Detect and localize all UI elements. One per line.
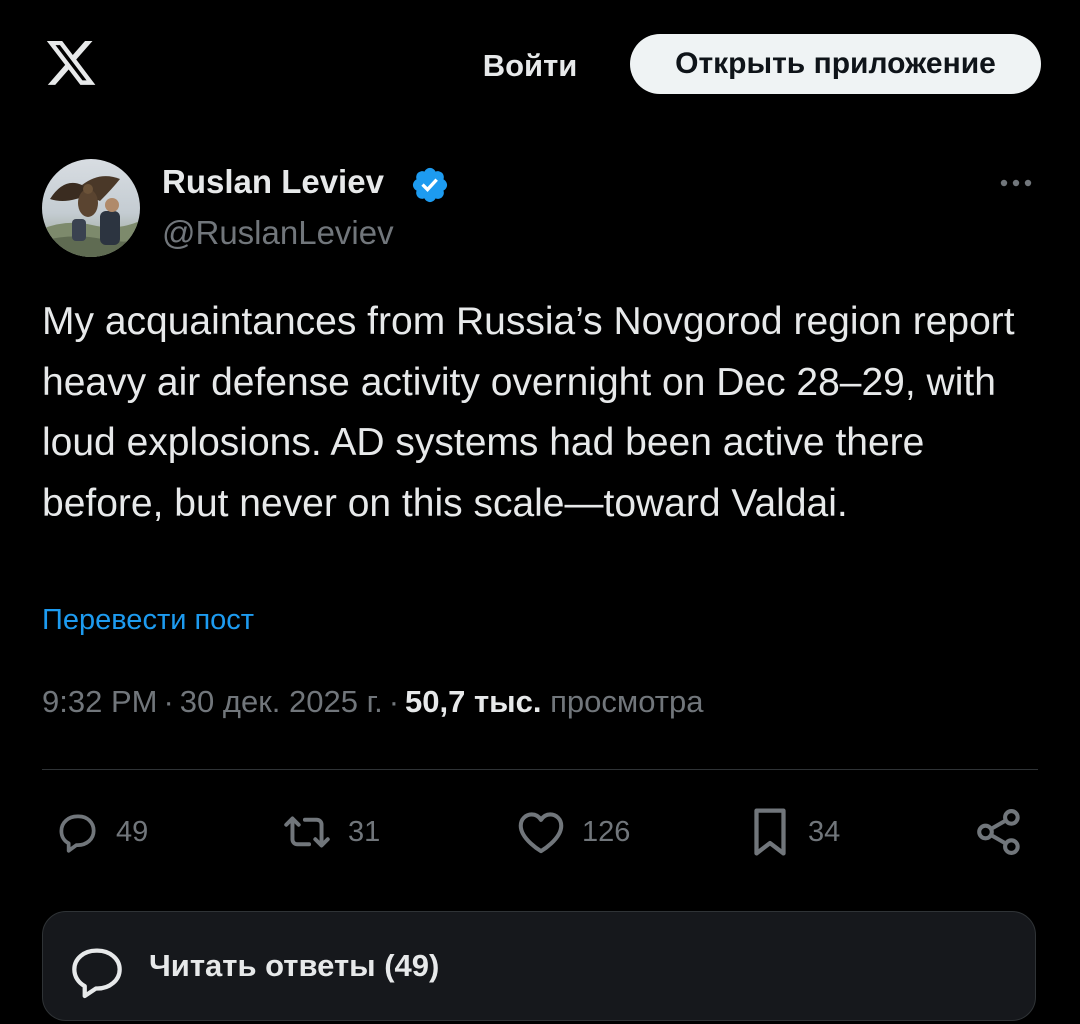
like-button[interactable]: 126 <box>514 804 630 860</box>
translate-post-link[interactable]: Перевести пост <box>42 604 254 637</box>
views-count: 50,7 тыс. <box>405 684 542 719</box>
reply-count: 49 <box>116 815 149 848</box>
more-options-icon[interactable] <box>996 168 1036 198</box>
tweet-text: My acquaintances from Russia’s Novgorod … <box>42 300 1015 525</box>
author-name[interactable]: Ruslan Leviev <box>162 163 384 201</box>
tweet-time[interactable]: 9:32 PM <box>42 684 157 719</box>
repost-button[interactable]: 31 <box>280 804 380 860</box>
login-button[interactable]: Войти <box>470 38 590 94</box>
like-count: 126 <box>582 815 631 848</box>
bookmark-count: 34 <box>808 815 841 848</box>
open-app-button[interactable]: Открыть приложение <box>630 34 1041 94</box>
heart-icon <box>514 807 568 857</box>
views-label: просмотра <box>550 684 704 719</box>
bookmark-button[interactable]: 34 <box>746 804 840 860</box>
repost-icon <box>280 807 334 857</box>
x-logo-icon[interactable] <box>44 38 98 90</box>
verified-badge-icon <box>410 165 450 205</box>
reply-button[interactable]: 49 <box>52 804 148 860</box>
tweet-date[interactable]: 30 дек. 2025 г. <box>180 684 383 719</box>
share-icon <box>972 805 1026 859</box>
author-handle[interactable]: @RuslanLeviev <box>162 214 394 252</box>
repost-count: 31 <box>348 815 381 848</box>
avatar[interactable] <box>42 159 140 257</box>
tweet-meta: 9:32 PM · 30 дек. 2025 г. · 50,7 тыс. просмо… <box>42 684 704 719</box>
read-replies-button[interactable]: Читать ответы (49) <box>42 911 1036 1021</box>
bookmark-icon <box>746 805 794 859</box>
reply-icon <box>52 807 102 857</box>
chat-bubble-icon <box>65 940 129 1009</box>
share-button[interactable] <box>972 804 1026 860</box>
divider <box>42 769 1038 770</box>
read-replies-label: Читать ответы (49) <box>149 948 440 983</box>
top-bar: Войти Открыть приложение <box>0 0 1080 130</box>
